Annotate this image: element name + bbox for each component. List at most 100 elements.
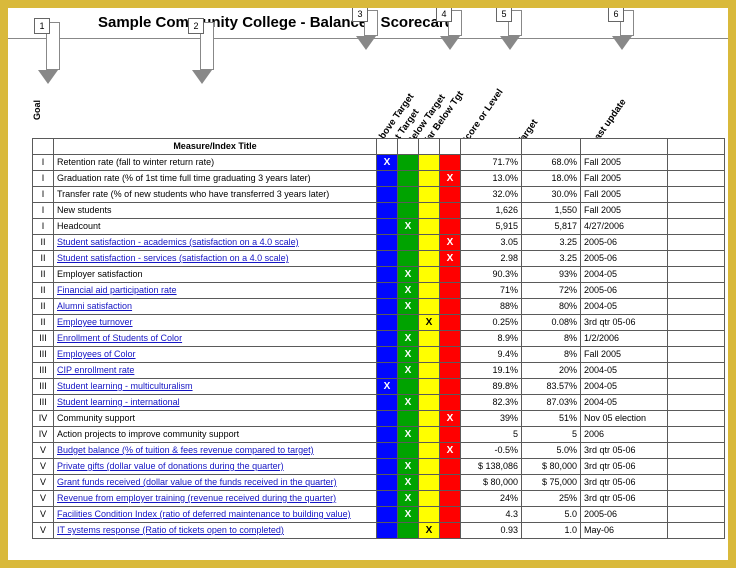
cell-measure[interactable]: Student satisfaction - academics (satisf…	[54, 235, 377, 251]
cell-far	[440, 507, 461, 523]
measure-link[interactable]: Facilities Condition Index (ratio of def…	[57, 509, 351, 519]
cell-far	[440, 219, 461, 235]
cell-goal: II	[33, 315, 54, 331]
measure-link[interactable]: IT systems response (Ratio of tickets op…	[57, 525, 284, 535]
cell-score: 71%	[461, 283, 522, 299]
measure-link[interactable]: Budget balance (% of tuition & fees reve…	[57, 445, 314, 455]
measure-link[interactable]: Student satisfaction - services (satisfa…	[57, 253, 289, 263]
measure-link[interactable]: Enrollment of Students of Color	[57, 333, 182, 343]
cell-target: 3.25	[522, 251, 581, 267]
cell-far	[440, 379, 461, 395]
measure-link[interactable]: Student learning - international	[57, 397, 180, 407]
measure-link[interactable]: Alumni satisfaction	[57, 301, 132, 311]
cell-measure[interactable]: Private gifts (dollar value of donations…	[54, 459, 377, 475]
cell-below: X	[419, 523, 440, 539]
cell-update: Fall 2005	[581, 187, 668, 203]
table-row: VPrivate gifts (dollar value of donation…	[33, 459, 725, 475]
cell-far: X	[440, 251, 461, 267]
cell-measure[interactable]: Facilities Condition Index (ratio of def…	[54, 507, 377, 523]
cell-far	[440, 187, 461, 203]
cell-below	[419, 363, 440, 379]
table-row: IIIEmployees of ColorX9.4%8%Fall 2005	[33, 347, 725, 363]
cell-at	[398, 523, 419, 539]
cell-above	[377, 347, 398, 363]
cell-measure[interactable]: CIP enrollment rate	[54, 363, 377, 379]
cell-score: 71.7%	[461, 155, 522, 171]
cell-measure[interactable]: Budget balance (% of tuition & fees reve…	[54, 443, 377, 459]
scorecard-table: Measure/Index Title IRetention rate (fal…	[32, 138, 725, 539]
callout-arrow-6: 6	[616, 10, 638, 50]
measure-link[interactable]: Private gifts (dollar value of donations…	[57, 461, 284, 471]
cell-score: 32.0%	[461, 187, 522, 203]
measure-link[interactable]: Grant funds received (dollar value of th…	[57, 477, 337, 487]
measure-link[interactable]: Financial aid participation rate	[57, 285, 177, 295]
callout-arrow-5: 5	[504, 10, 526, 50]
cell-measure[interactable]: Grant funds received (dollar value of th…	[54, 475, 377, 491]
cell-far: X	[440, 235, 461, 251]
measure-link[interactable]: Employees of Color	[57, 349, 136, 359]
cell-target: 87.03%	[522, 395, 581, 411]
cell-measure[interactable]: Student learning - international	[54, 395, 377, 411]
cell-target: 83.57%	[522, 379, 581, 395]
cell-below	[419, 347, 440, 363]
table-row: VIT systems response (Ratio of tickets o…	[33, 523, 725, 539]
table-row: IGraduation rate (% of 1st time full tim…	[33, 171, 725, 187]
table-row: INew students1,6261,550Fall 2005	[33, 203, 725, 219]
cell-score: 13.0%	[461, 171, 522, 187]
cell-measure[interactable]: IT systems response (Ratio of tickets op…	[54, 523, 377, 539]
cell-tail	[668, 491, 725, 507]
cell-measure[interactable]: Enrollment of Students of Color	[54, 331, 377, 347]
cell-update: 3rd qtr 05-06	[581, 459, 668, 475]
cell-score: $ 80,000	[461, 475, 522, 491]
col-header-goal: Goal	[32, 100, 42, 120]
cell-goal: II	[33, 267, 54, 283]
cell-update: 3rd qtr 05-06	[581, 491, 668, 507]
cell-measure[interactable]: Alumni satisfaction	[54, 299, 377, 315]
cell-measure[interactable]: Employee turnover	[54, 315, 377, 331]
measure-link[interactable]: Student learning - multiculturalism	[57, 381, 193, 391]
table-row: IIAlumni satisfactionX88%80%2004-05	[33, 299, 725, 315]
table-row: IIICIP enrollment rateX19.1%20%2004-05	[33, 363, 725, 379]
cell-at: X	[398, 219, 419, 235]
cell-tail	[668, 395, 725, 411]
cell-measure[interactable]: Student learning - multiculturalism	[54, 379, 377, 395]
cell-update: Fall 2005	[581, 171, 668, 187]
cell-at	[398, 171, 419, 187]
cell-goal: I	[33, 187, 54, 203]
cell-score: $ 138,086	[461, 459, 522, 475]
cell-far: X	[440, 171, 461, 187]
measure-link[interactable]: Employee turnover	[57, 317, 133, 327]
cell-measure[interactable]: Employees of Color	[54, 347, 377, 363]
cell-at: X	[398, 283, 419, 299]
measure-link[interactable]: Revenue from employer training (revenue …	[57, 493, 336, 503]
table-row: VGrant funds received (dollar value of t…	[33, 475, 725, 491]
cell-update: 2005-06	[581, 283, 668, 299]
table-row: IIIStudent learning - multiculturalismX8…	[33, 379, 725, 395]
cell-update: 2005-06	[581, 251, 668, 267]
cell-far	[440, 267, 461, 283]
cell-target: 5	[522, 427, 581, 443]
cell-update: Nov 05 election	[581, 411, 668, 427]
cell-measure[interactable]: Student satisfaction - services (satisfa…	[54, 251, 377, 267]
callout-arrow-1: 1	[42, 22, 64, 84]
cell-update: 2004-05	[581, 379, 668, 395]
cell-far	[440, 395, 461, 411]
cell-below: X	[419, 315, 440, 331]
cell-target: $ 80,000	[522, 459, 581, 475]
cell-update: May-06	[581, 523, 668, 539]
measure-link[interactable]: CIP enrollment rate	[57, 365, 134, 375]
cell-at: X	[398, 507, 419, 523]
cell-measure: Transfer rate (% of new students who hav…	[54, 187, 377, 203]
cell-score: 5,915	[461, 219, 522, 235]
cell-measure[interactable]: Financial aid participation rate	[54, 283, 377, 299]
cell-at: X	[398, 363, 419, 379]
cell-far: X	[440, 411, 461, 427]
cell-above	[377, 523, 398, 539]
cell-measure[interactable]: Revenue from employer training (revenue …	[54, 491, 377, 507]
cell-target: 25%	[522, 491, 581, 507]
cell-tail	[668, 507, 725, 523]
measure-link[interactable]: Student satisfaction - academics (satisf…	[57, 237, 299, 247]
cell-below	[419, 331, 440, 347]
cell-score: 8.9%	[461, 331, 522, 347]
cell-far: X	[440, 443, 461, 459]
